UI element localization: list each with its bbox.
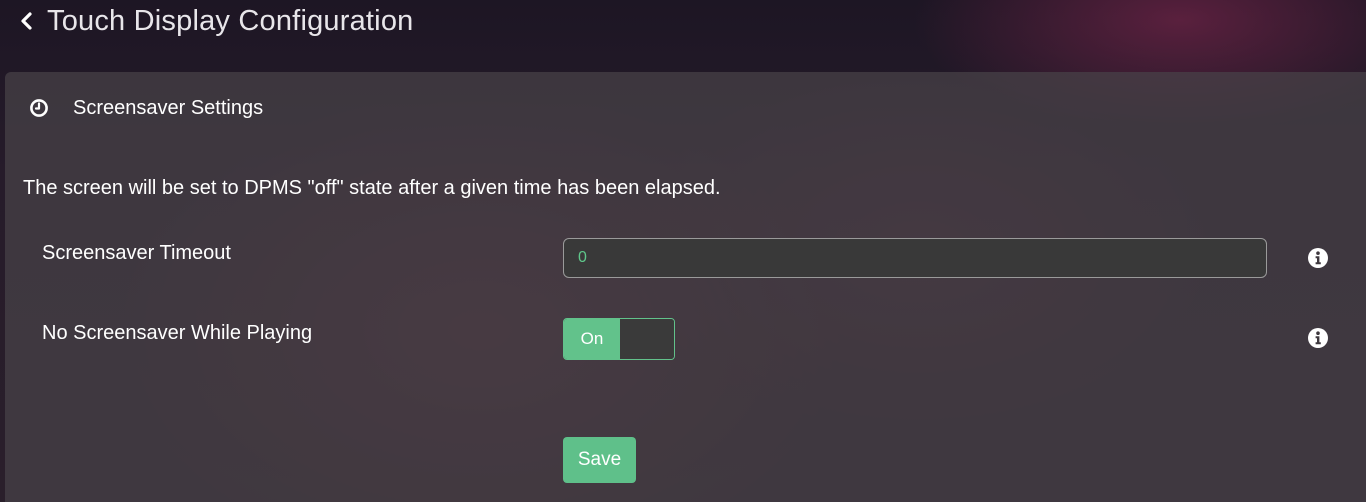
no-screensaver-playing-label: No Screensaver While Playing xyxy=(42,322,313,344)
toggle-on-label: On xyxy=(564,319,620,359)
no-screensaver-playing-toggle[interactable]: On xyxy=(563,318,675,360)
info-icon[interactable] xyxy=(1307,327,1329,349)
screensaver-settings-panel: Screensaver Settings The screen will be … xyxy=(5,72,1366,502)
info-icon[interactable] xyxy=(1307,247,1329,269)
panel-header: Screensaver Settings xyxy=(5,72,1366,142)
toggle-handle[interactable] xyxy=(620,319,674,359)
page-title: Touch Display Configuration xyxy=(47,5,414,37)
chevron-left-icon[interactable] xyxy=(18,10,36,32)
description-text: The screen will be set to DPMS "off" sta… xyxy=(23,177,721,199)
screensaver-timeout-label: Screensaver Timeout xyxy=(42,242,231,264)
top-bar: Touch Display Configuration xyxy=(0,0,1366,44)
save-button[interactable]: Save xyxy=(563,437,636,483)
screensaver-timeout-input[interactable] xyxy=(563,238,1267,278)
clock-icon xyxy=(30,99,48,117)
panel-title: Screensaver Settings xyxy=(73,97,264,119)
